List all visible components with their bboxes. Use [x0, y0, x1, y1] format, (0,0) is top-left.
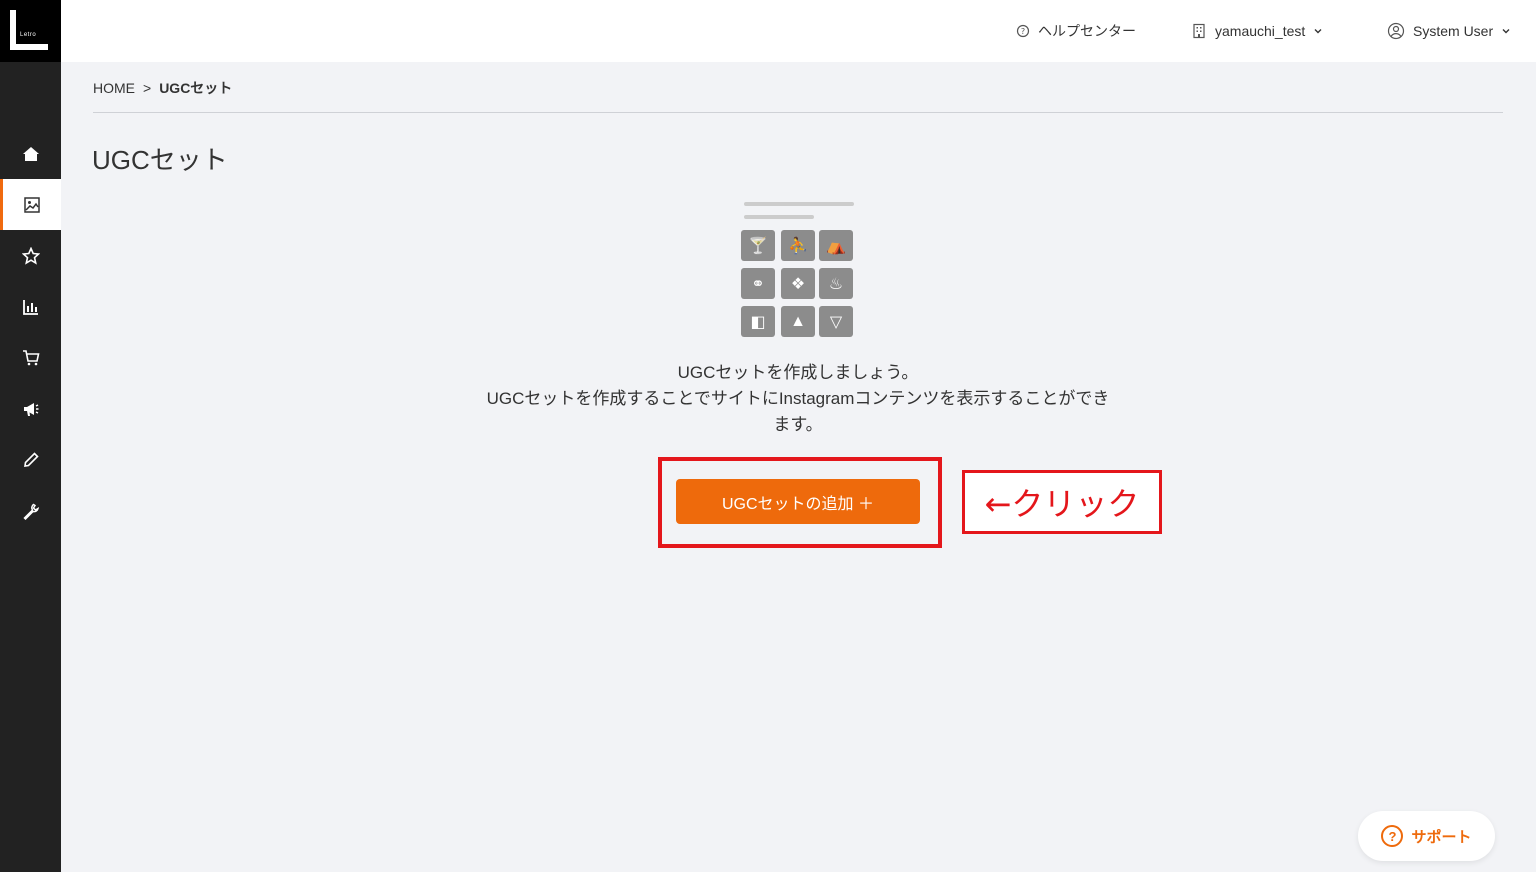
sidebar: Letro [0, 0, 61, 872]
sidebar-item-analytics[interactable] [0, 281, 61, 332]
account-label: yamauchi_test [1215, 23, 1306, 39]
letro-logo[interactable]: Letro [0, 0, 61, 62]
support-label: サポート [1411, 828, 1472, 846]
glasses-icon: ⚭ [741, 268, 775, 299]
breadcrumb-current: UGCセット [159, 80, 233, 96]
tree-icon: ▲ [781, 306, 815, 337]
support-button[interactable]: ? サポート [1358, 811, 1495, 861]
cart-icon [22, 349, 39, 365]
user-avatar-icon [1387, 22, 1405, 40]
click-annotation: ←クリック [962, 470, 1162, 534]
image-icon [24, 196, 40, 213]
question-icon: ? [1381, 825, 1404, 847]
breadcrumb-divider [93, 112, 1503, 113]
people-icon: ⛹ [781, 230, 815, 261]
breadcrumb-separator: > [143, 80, 152, 96]
breadcrumb-home[interactable]: HOME [93, 80, 135, 96]
empty-state-illustration: 🍸 ⛹ ⛺ ⚭ ❖ ♨ ◧ ▲ ▽ [740, 200, 856, 340]
help-circle-icon: ? [1016, 24, 1030, 38]
sidebar-item-campaign[interactable] [0, 383, 61, 434]
beer-mug-icon: ◧ [741, 306, 775, 337]
user-label: System User [1413, 23, 1494, 39]
message-line-3: ます。 [773, 415, 823, 434]
help-center-link[interactable]: ? ヘルプセンター [1016, 0, 1136, 62]
logo-text: Letro [20, 32, 37, 38]
star-icon [21, 246, 40, 265]
pencil-icon [23, 451, 39, 467]
cocktail-icon: 🍸 [741, 230, 775, 261]
page-title: UGCセット [92, 145, 228, 175]
sidebar-item-edit[interactable] [0, 434, 61, 485]
sidebar-item-home[interactable] [0, 128, 61, 179]
top-header: ? ヘルプセンター yamauchi_test System User [61, 0, 1536, 62]
sidebar-item-ugc[interactable] [0, 179, 61, 230]
sidebar-item-favorites[interactable] [0, 230, 61, 281]
chevron-down-icon [1314, 29, 1322, 34]
breadcrumb: HOME > UGCセット [93, 78, 232, 98]
building-icon [1193, 23, 1205, 39]
sidebar-item-shop[interactable] [0, 332, 61, 383]
bar-chart-icon [22, 299, 38, 315]
add-ugc-set-button[interactable]: UGCセットの追加 ＋ [676, 479, 920, 524]
message-line-2: UGCセットを作成することでサイトにInstagramコンテンツを表示することが… [486, 389, 1110, 408]
home-icon [22, 146, 39, 161]
wine-glass-icon: ▽ [819, 306, 853, 337]
svg-text:?: ? [1021, 27, 1025, 36]
party-hat-icon: ⛺ [819, 230, 853, 261]
help-center-label: ヘルプセンター [1038, 23, 1136, 39]
gift-icon: ❖ [781, 268, 815, 299]
empty-state-message: UGCセットを作成しましょう。 UGCセットを作成することでサイトにInstag… [480, 360, 1116, 438]
megaphone-icon [23, 402, 38, 416]
message-line-1: UGCセットを作成しましょう。 [677, 363, 919, 382]
cake-icon: ♨ [819, 268, 853, 299]
sidebar-item-settings[interactable] [0, 485, 61, 536]
chevron-down-icon [1502, 29, 1510, 34]
user-menu[interactable]: System User [1387, 0, 1511, 62]
wrench-icon [22, 503, 39, 520]
account-selector[interactable]: yamauchi_test [1191, 0, 1323, 62]
